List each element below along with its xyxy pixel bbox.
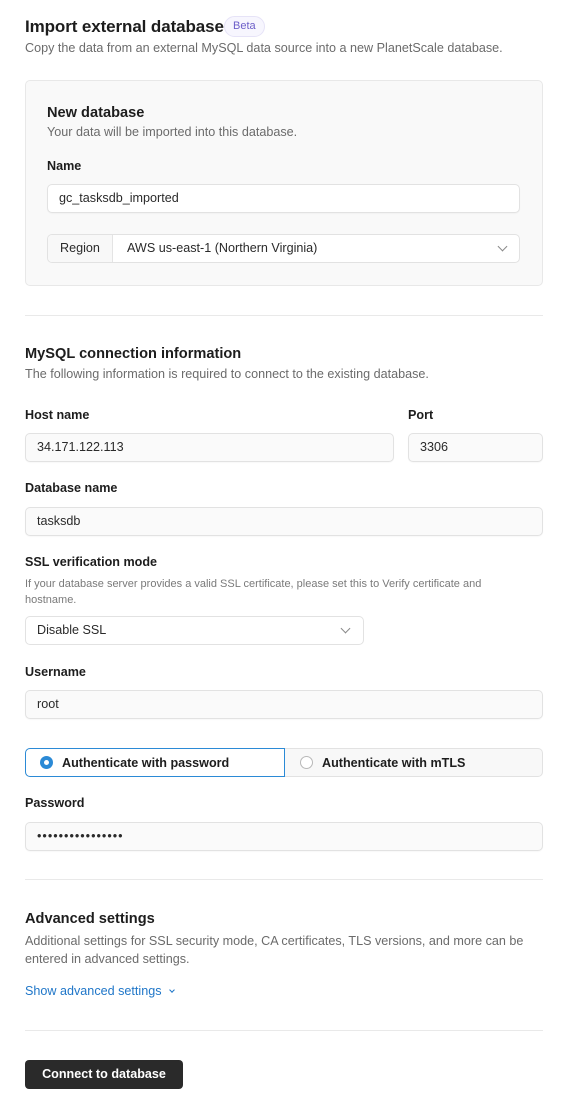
page-description: Copy the data from an external MySQL dat… — [25, 41, 503, 55]
show-advanced-settings-link[interactable]: Show advanced settings — [25, 984, 175, 998]
auth-method-radio-group: Authenticate with password Authenticate … — [25, 748, 543, 777]
username-label: Username — [25, 665, 86, 679]
beta-badge: Beta — [224, 16, 265, 37]
auth-mtls-option[interactable]: Authenticate with mTLS — [285, 748, 543, 777]
show-advanced-settings-label: Show advanced settings — [25, 984, 162, 998]
port-label: Port — [408, 408, 434, 422]
auth-password-label: Authenticate with password — [62, 755, 230, 770]
ssl-mode-select[interactable]: Disable SSL — [25, 616, 364, 645]
radio-selected-icon — [40, 756, 53, 769]
advanced-settings-description: Additional settings for SSL security mod… — [25, 934, 524, 966]
section-divider — [25, 315, 543, 316]
database-name-input[interactable]: gc_tasksdb_imported — [47, 184, 520, 213]
host-name-label: Host name — [25, 408, 90, 422]
password-label: Password — [25, 796, 85, 810]
chevron-down-icon — [168, 987, 175, 993]
source-database-name-input[interactable]: tasksdb — [25, 507, 543, 536]
connection-description: The following information is required to… — [25, 367, 429, 381]
advanced-settings-title: Advanced settings — [25, 911, 155, 927]
port-input[interactable]: 3306 — [408, 433, 543, 462]
region-select[interactable]: Region AWS us-east-1 (Northern Virginia) — [47, 234, 520, 263]
section-divider — [25, 1030, 543, 1031]
auth-mtls-label: Authenticate with mTLS — [322, 755, 466, 770]
section-divider — [25, 879, 543, 880]
radio-unselected-icon — [300, 756, 313, 769]
host-name-input[interactable]: 34.171.122.113 — [25, 433, 394, 462]
ssl-mode-help: If your database server provides a valid… — [25, 578, 482, 606]
page-title: Import external database — [25, 17, 224, 36]
connect-to-database-button[interactable]: Connect to database — [25, 1060, 183, 1089]
name-label: Name — [47, 159, 82, 173]
region-label: Region — [48, 235, 113, 262]
database-name-label: Database name — [25, 481, 118, 495]
ssl-mode-label: SSL verification mode — [25, 555, 158, 569]
password-input[interactable]: •••••••••••••••• — [25, 822, 543, 851]
region-value: AWS us-east-1 (Northern Virginia) — [127, 241, 318, 255]
username-input[interactable]: root — [25, 690, 543, 719]
connection-title: MySQL connection information — [25, 346, 242, 362]
new-database-description: Your data will be imported into this dat… — [47, 125, 298, 139]
new-database-title: New database — [47, 105, 145, 121]
auth-password-option[interactable]: Authenticate with password — [25, 748, 285, 777]
